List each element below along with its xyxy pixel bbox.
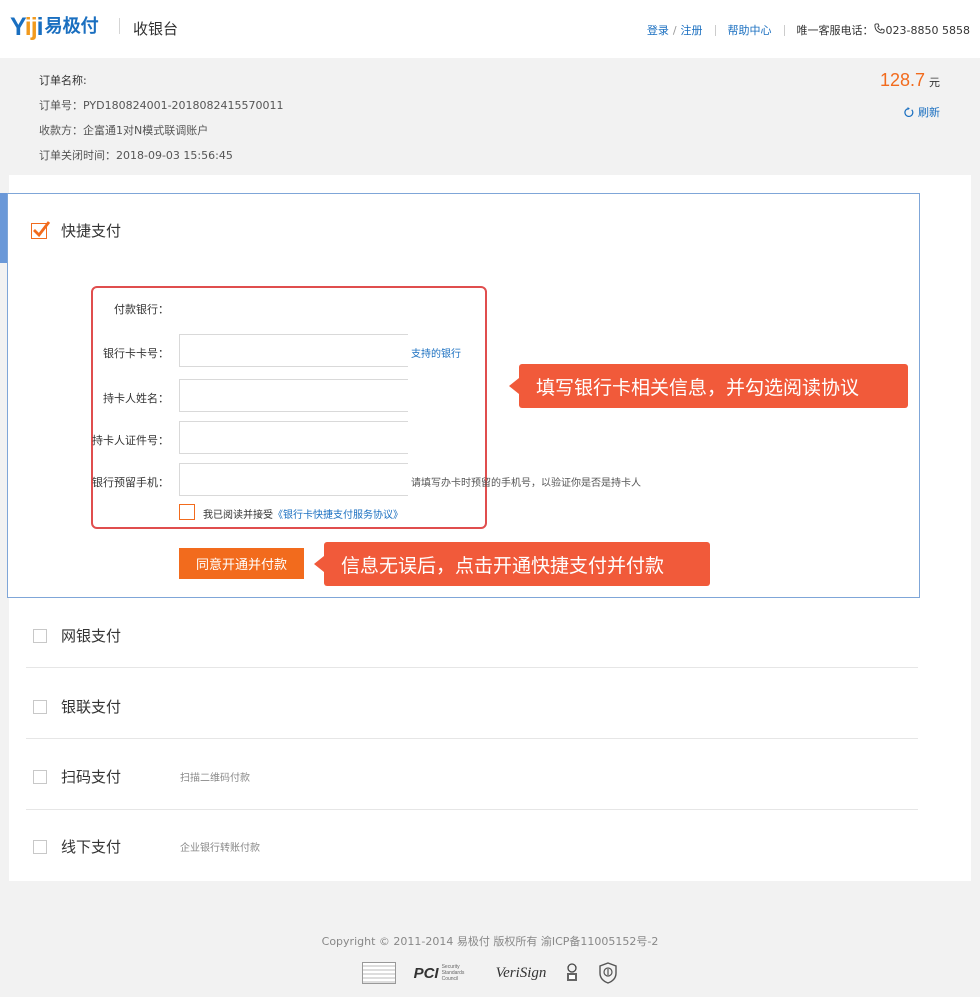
method-label: 银联支付 [61, 698, 122, 716]
refresh-icon [904, 106, 914, 117]
bank-label: 付款银行： [114, 303, 169, 316]
hotline-label: 唯一客服电话： [796, 24, 874, 37]
method-qr-code[interactable]: 扫码支付 扫描二维码付款 [33, 766, 250, 787]
phone-input[interactable] [179, 463, 408, 496]
phone-icon [874, 23, 885, 37]
method-description: 扫描二维码付款 [180, 773, 250, 784]
divider [26, 738, 918, 739]
divider [26, 667, 918, 668]
method-quick-pay[interactable]: 快捷支付 [31, 220, 121, 241]
verisign-badge: VeriSign [495, 964, 547, 981]
pci-text: PCI [413, 964, 439, 982]
method-label: 扫码支付 [61, 768, 122, 786]
pci-badge: PCI Security Standards Council [414, 961, 478, 985]
phone-label: 银行预留手机： [92, 476, 169, 489]
method-checkbox[interactable] [33, 699, 47, 714]
order-info: 订单名称: 订单号：PYD180824001-2018082415570011 … [39, 72, 284, 172]
quick-pay-checkbox[interactable] [31, 220, 51, 239]
agreement-link[interactable]: 《银行卡快捷支付服务协议》 [273, 510, 403, 521]
holder-id-input[interactable] [179, 421, 408, 454]
hotline-number: 023-8850 5858 [885, 23, 970, 37]
login-link[interactable]: 登录 [647, 22, 669, 38]
amount-value: 128.7 [879, 70, 925, 90]
order-name: 订单名称: [39, 74, 87, 87]
certificate-badge-icon [361, 962, 396, 984]
agreement-prefix: 我已阅读并接受 [203, 510, 273, 521]
method-checkbox[interactable] [33, 628, 47, 643]
check-icon [33, 220, 51, 237]
quick-pay-label: 快捷支付 [61, 222, 122, 240]
method-unionpay[interactable]: 银联支付 [33, 696, 121, 717]
agreement-text: 我已阅读并接受《银行卡快捷支付服务协议》 [203, 506, 403, 521]
holder-name-label: 持卡人姓名： [103, 392, 169, 405]
phone-hint: 请填写办卡时预留的手机号，以验证你是否是持卡人 [411, 478, 641, 489]
method-offline[interactable]: 线下支付 企业银行转账付款 [33, 836, 260, 857]
refresh-label: 刷新 [918, 106, 940, 119]
order-amount: 128.7 元 [880, 70, 940, 91]
page-title: 收银台 [133, 20, 179, 38]
divider [26, 809, 918, 810]
agree-and-pay-button[interactable]: 同意开通并付款 [179, 548, 304, 579]
register-link[interactable]: 注册 [681, 22, 703, 38]
yiji-logo[interactable]: Yiji 易极付 [10, 13, 99, 41]
agreement-checkbox[interactable] [179, 504, 195, 520]
help-center-link[interactable]: 帮助中心 [728, 22, 772, 38]
link-divider [714, 24, 716, 36]
top-links: 登录 / 注册 帮助中心 唯一客服电话： 023-8850 5858 [647, 22, 970, 38]
copyright: Copyright © 2011-2014 易极付 版权所有 渝ICP备1100… [321, 935, 659, 948]
method-description: 企业银行转账付款 [180, 843, 260, 854]
link-divider [783, 24, 785, 36]
method-label: 线下支付 [61, 838, 122, 856]
amount-currency: 元 [929, 76, 940, 89]
order-payee: 收款方：企富通1对N模式联调账户 [39, 124, 209, 137]
police-badge-icon [564, 961, 580, 985]
card-number-label: 银行卡卡号： [103, 347, 169, 360]
callout-submit: 信息无误后，点击开通快捷支付并付款 [314, 542, 710, 586]
card-number-input[interactable] [179, 334, 408, 367]
security-badges: PCI Security Standards Council VeriSign [0, 961, 980, 985]
link-slash: / [672, 23, 677, 37]
refresh-button[interactable]: 刷新 [903, 104, 940, 120]
order-number: 订单号：PYD180824001-2018082415570011 [39, 99, 284, 112]
order-close-time: 订单关闭时间：2018-09-03 15:56:45 [39, 149, 233, 162]
holder-id-label: 持卡人证件号： [92, 434, 169, 447]
method-checkbox[interactable] [33, 769, 47, 784]
pci-subtext: Security Standards Council [441, 964, 465, 982]
supported-banks-link[interactable]: 支持的银行 [411, 345, 461, 360]
logo-cn: 易极付 [44, 16, 99, 37]
logo-latin: Yiji [10, 13, 44, 41]
top-bar: Yiji 易极付 收银台 登录 / 注册 帮助中心 唯一客服电话： 023-88… [0, 0, 980, 58]
method-label: 网银支付 [61, 627, 122, 645]
callout-fill-info: 填写银行卡相关信息，并勾选阅读协议 [509, 364, 908, 408]
logo-divider [119, 18, 120, 34]
shield-badge-icon [598, 961, 618, 985]
method-online-banking[interactable]: 网银支付 [33, 625, 121, 646]
holder-name-input[interactable] [179, 379, 408, 412]
method-checkbox[interactable] [33, 839, 47, 854]
